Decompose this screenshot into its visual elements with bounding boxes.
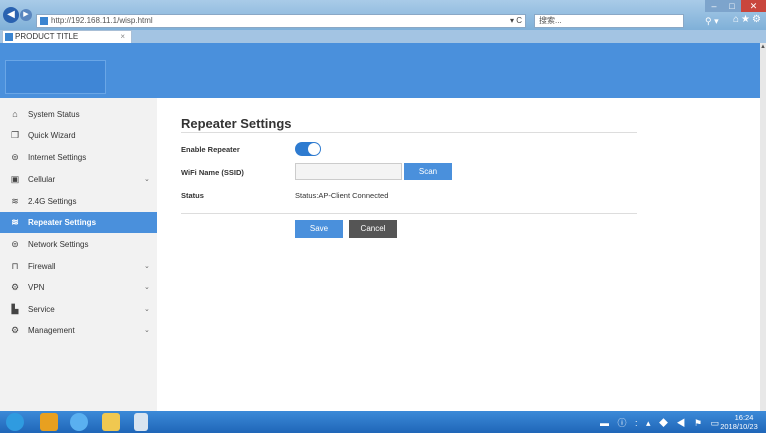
- taskbar: ▬ ⓘ : ▴ ◆ ◀ ⚑ ▭ 16:24 2018/10/23: [0, 411, 766, 433]
- close-window-button[interactable]: ✕: [741, 0, 766, 12]
- browser-tab[interactable]: PRODUCT TITLE ×: [2, 30, 132, 43]
- bar-chart-icon: ▙: [11, 304, 19, 314]
- logo: [5, 60, 106, 94]
- sidebar-item-label: Management: [28, 326, 75, 335]
- sidebar-item-2-4g-settings[interactable]: ≋ 2.4G Settings: [0, 191, 157, 212]
- minimize-button[interactable]: –: [705, 0, 723, 12]
- start-button[interactable]: [6, 413, 24, 431]
- gear-icon: ⚙: [10, 325, 20, 335]
- chevron-down-icon[interactable]: ⌄: [144, 320, 150, 341]
- internet-explorer-icon[interactable]: [70, 413, 88, 431]
- maximize-button[interactable]: □: [723, 0, 741, 12]
- sidebar-item-label: VPN: [28, 283, 45, 292]
- enable-repeater-toggle[interactable]: [295, 142, 321, 156]
- refresh-icon[interactable]: ▾ C: [510, 14, 522, 28]
- globe-icon: ⊜: [11, 239, 19, 249]
- sidebar-item-label: Firewall: [28, 262, 56, 271]
- sidebar-item-service[interactable]: ▙ Service ⌄: [0, 299, 157, 320]
- media-player-icon[interactable]: [134, 413, 148, 431]
- search-input[interactable]: 搜索...: [534, 14, 684, 28]
- sidebar-item-label: System Status: [28, 110, 80, 119]
- window-icon: ❐: [10, 130, 20, 140]
- address-url: http://192.168.11.1/wisp.html: [51, 16, 153, 25]
- enable-repeater-label: Enable Repeater: [181, 145, 240, 154]
- clock-time: 16:24: [734, 413, 754, 422]
- tab-title: PRODUCT TITLE: [15, 32, 79, 41]
- globe-icon: ⊜: [11, 152, 19, 162]
- sidebar-item-repeater-settings[interactable]: ≋ Repeater Settings: [0, 212, 157, 233]
- sidebar-item-vpn[interactable]: ⚙ VPN ⌄: [0, 277, 157, 298]
- cancel-button[interactable]: Cancel: [349, 220, 397, 238]
- back-button[interactable]: ◀: [3, 7, 19, 23]
- main-content: Repeater Settings Enable Repeater WiFi N…: [157, 98, 760, 411]
- chevron-down-icon[interactable]: ⌄: [144, 256, 150, 277]
- sidebar-item-label: Cellular: [28, 175, 56, 184]
- divider: [181, 213, 637, 214]
- toggle-knob: [308, 143, 320, 155]
- status-value: Status:AP-Client Connected: [295, 191, 389, 200]
- chevron-down-icon[interactable]: ⌄: [144, 299, 150, 320]
- search-icon[interactable]: ⚲ ▾: [705, 14, 719, 28]
- sidebar-item-label: Quick Wizard: [28, 131, 76, 140]
- wifi-icon: ≋: [11, 217, 19, 227]
- app-header: [0, 43, 760, 98]
- page-title: Repeater Settings: [181, 116, 292, 131]
- sidebar-item-quick-wizard[interactable]: ❐ Quick Wizard: [0, 125, 157, 146]
- sidebar-item-internet-settings[interactable]: ⊜ Internet Settings: [0, 147, 157, 168]
- sidebar-item-firewall[interactable]: ⊓ Firewall ⌄: [0, 256, 157, 277]
- sidebar-item-label: Repeater Settings: [28, 218, 97, 227]
- scan-button[interactable]: Scan: [404, 163, 452, 180]
- divider: [181, 132, 637, 133]
- sidebar-item-label: Network Settings: [28, 240, 89, 249]
- browser-toolbar-icons[interactable]: ⌂★⚙: [733, 13, 763, 27]
- chevron-down-icon[interactable]: ⌄: [144, 277, 150, 298]
- save-button[interactable]: Save: [295, 220, 343, 238]
- page-scrollbar[interactable]: [760, 43, 766, 411]
- file-explorer-icon[interactable]: [102, 413, 120, 431]
- forward-button[interactable]: ▶: [20, 9, 32, 21]
- sidebar-item-label: Internet Settings: [28, 153, 87, 162]
- tab-favicon-icon: [5, 33, 13, 41]
- app-icon-360[interactable]: [40, 413, 58, 431]
- lock-icon: ⊓: [11, 261, 19, 271]
- sidebar-item-management[interactable]: ⚙ Management ⌄: [0, 320, 157, 341]
- wifi-icon: ≋: [11, 196, 19, 206]
- page-favicon-icon: [40, 17, 48, 25]
- tab-close-icon[interactable]: ×: [120, 31, 125, 43]
- ssid-input[interactable]: [295, 163, 402, 180]
- system-tray[interactable]: ▬ ⓘ : ▴ ◆ ◀ ⚑ ▭: [600, 416, 722, 429]
- chevron-down-icon[interactable]: ⌄: [144, 169, 150, 190]
- status-label: Status: [181, 191, 204, 200]
- sidebar-item-label: 2.4G Settings: [28, 197, 77, 206]
- clock-date: 2018/10/23: [720, 422, 758, 431]
- home-icon: ⌂: [12, 109, 18, 119]
- sidebar-item-system-status[interactable]: ⌂ System Status: [0, 104, 157, 125]
- gear-icon: ⚙: [10, 282, 20, 292]
- scroll-up-icon[interactable]: ▲: [760, 44, 766, 50]
- ssid-label: WiFi Name (SSID): [181, 168, 244, 177]
- sidebar-item-network-settings[interactable]: ⊜ Network Settings: [0, 234, 157, 255]
- sidebar-item-label: Service: [28, 305, 55, 314]
- address-bar[interactable]: http://192.168.11.1/wisp.html: [36, 14, 526, 28]
- sim-card-icon: ▣: [10, 174, 20, 184]
- sidebar-item-cellular[interactable]: ▣ Cellular ⌄: [0, 169, 157, 190]
- sidebar: ⌂ System Status ❐ Quick Wizard ⊜ Internet Set…: [0, 98, 157, 411]
